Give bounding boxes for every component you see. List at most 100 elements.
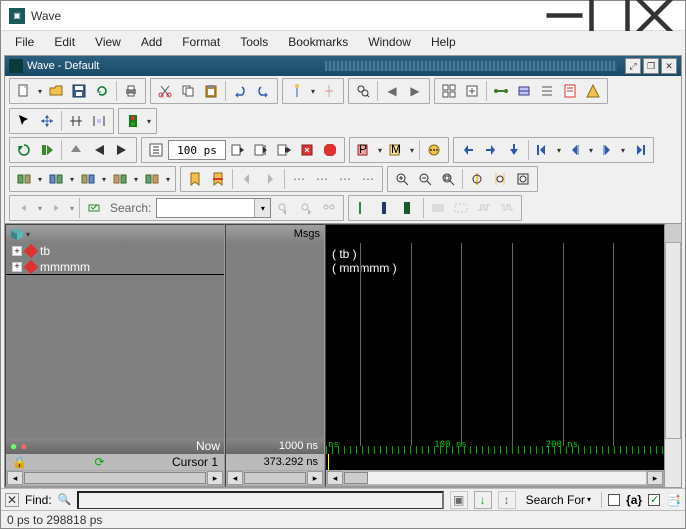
- reload-button[interactable]: [91, 80, 113, 102]
- maximize-button[interactable]: [587, 2, 632, 30]
- menu-window[interactable]: Window: [358, 32, 421, 52]
- list-button[interactable]: [536, 80, 558, 102]
- analog-1-button[interactable]: [352, 197, 374, 219]
- bookmark-delete-button[interactable]: [207, 168, 229, 190]
- first-transition-dropdown[interactable]: ▾: [555, 146, 563, 155]
- menu-view[interactable]: View: [85, 32, 131, 52]
- run-button[interactable]: [36, 139, 58, 161]
- collapse-all-button[interactable]: [438, 80, 460, 102]
- step-up-button[interactable]: [65, 139, 87, 161]
- menu-bookmarks[interactable]: Bookmarks: [278, 32, 358, 52]
- cube-icon[interactable]: [10, 227, 24, 241]
- dataflow-button[interactable]: [490, 80, 512, 102]
- tree-row-tb[interactable]: + tb: [6, 243, 224, 259]
- scroll-right-button[interactable]: ▸: [647, 471, 663, 485]
- new-dropdown[interactable]: ▾: [36, 87, 44, 96]
- menu-edit[interactable]: Edit: [44, 32, 85, 52]
- open-button[interactable]: [45, 80, 67, 102]
- zoom-full-button[interactable]: [437, 168, 459, 190]
- next-transition-button[interactable]: [480, 139, 502, 161]
- select-mode-button[interactable]: [13, 110, 35, 132]
- prev-transition-button[interactable]: [457, 139, 479, 161]
- profile-dropdown[interactable]: ▾: [376, 146, 384, 155]
- menu-help[interactable]: Help: [421, 32, 466, 52]
- profile-on-button[interactable]: P: [353, 139, 375, 161]
- run-length-button[interactable]: [145, 139, 167, 161]
- analog-3-button[interactable]: [398, 197, 420, 219]
- trace-back-button[interactable]: [13, 197, 35, 219]
- layout-2-dd[interactable]: ▾: [68, 175, 76, 184]
- lock-icon[interactable]: 🔒: [12, 455, 27, 469]
- search-next-button[interactable]: [295, 197, 317, 219]
- expand-icon[interactable]: +: [12, 246, 22, 256]
- wave-canvas[interactable]: ( tb ) ( mmmmm ): [326, 243, 664, 446]
- search-for-dropdown[interactable]: Search For ▾: [522, 493, 595, 507]
- find-input[interactable]: [77, 491, 443, 509]
- msgs-body[interactable]: [226, 243, 324, 438]
- menu-tools[interactable]: Tools: [230, 32, 278, 52]
- tree-hscroll[interactable]: ◂ ▸: [6, 470, 224, 486]
- copy-button[interactable]: [177, 80, 199, 102]
- prev-edge-button[interactable]: [564, 139, 586, 161]
- tree-body[interactable]: + tb + mmmmm: [6, 243, 224, 438]
- layout-4-button[interactable]: [109, 168, 131, 190]
- break-sim-button[interactable]: [296, 139, 318, 161]
- print-button[interactable]: [120, 80, 142, 102]
- layout-2-button[interactable]: [45, 168, 67, 190]
- find-clear-button[interactable]: ▣: [450, 491, 468, 509]
- step-forward-button[interactable]: [111, 139, 133, 161]
- toggle-leaf-button[interactable]: [461, 80, 483, 102]
- minimize-button[interactable]: [542, 2, 587, 30]
- restart-button[interactable]: [13, 139, 35, 161]
- break-button[interactable]: [122, 110, 144, 132]
- run-to-button[interactable]: [227, 139, 249, 161]
- memory-button[interactable]: [513, 80, 535, 102]
- bookmark-add-button[interactable]: [184, 168, 206, 190]
- scroll-left-button[interactable]: ◂: [327, 471, 343, 485]
- bookmark-list-4[interactable]: ⋯: [357, 168, 379, 190]
- cursor-marker[interactable]: [328, 454, 329, 470]
- undo-button[interactable]: [229, 80, 251, 102]
- msgs-hscroll[interactable]: ◂ ▸: [226, 470, 324, 486]
- cut-button[interactable]: [154, 80, 176, 102]
- bookmark-list-2[interactable]: ⋯: [311, 168, 333, 190]
- analog-2-button[interactable]: [375, 197, 397, 219]
- scroll-left-button[interactable]: ◂: [227, 471, 243, 485]
- cursor-label-cell[interactable]: 🔒 ⟳ Cursor 1: [6, 454, 224, 470]
- zoom-in-button[interactable]: [391, 168, 413, 190]
- last-transition-button[interactable]: [628, 139, 650, 161]
- prev-falling-button[interactable]: [503, 139, 525, 161]
- clock-4-button[interactable]: [496, 197, 518, 219]
- zoom-other-button[interactable]: [512, 168, 534, 190]
- find-prev-button[interactable]: ◀: [381, 80, 403, 102]
- trace-x-button[interactable]: [83, 197, 105, 219]
- layout-1-dd[interactable]: ▾: [36, 175, 44, 184]
- layout-1-button[interactable]: [13, 168, 35, 190]
- new-button[interactable]: [13, 80, 35, 102]
- run-all-button[interactable]: [273, 139, 295, 161]
- log-button[interactable]: [559, 80, 581, 102]
- expand-icon[interactable]: +: [12, 262, 22, 272]
- bookmark-list-1[interactable]: ⋯: [288, 168, 310, 190]
- stop-profile-button[interactable]: [423, 139, 445, 161]
- paste-button[interactable]: [200, 80, 222, 102]
- trace-fwd-button[interactable]: [45, 197, 67, 219]
- subwindow-restore-button[interactable]: ❐: [643, 58, 659, 74]
- memory-profile-dropdown[interactable]: ▾: [408, 146, 416, 155]
- edit-mode-button[interactable]: [65, 110, 87, 132]
- add-cursor-button[interactable]: [286, 80, 308, 102]
- next-edge-button[interactable]: [596, 139, 618, 161]
- continue-run-button[interactable]: [250, 139, 272, 161]
- bookmark-next-button[interactable]: [259, 168, 281, 190]
- layout-5-dd[interactable]: ▾: [164, 175, 172, 184]
- zoom-cursor-button[interactable]: [466, 168, 488, 190]
- cursor-value-cell[interactable]: 373.292 ns: [226, 454, 324, 470]
- close-button[interactable]: [632, 2, 677, 30]
- wave-hscroll[interactable]: ◂ ▸: [326, 470, 664, 486]
- add-cursor-dropdown[interactable]: ▾: [309, 87, 317, 96]
- search-combo[interactable]: ▾: [156, 198, 271, 218]
- bookmark-list-3[interactable]: ⋯: [334, 168, 356, 190]
- scroll-right-button[interactable]: ▸: [207, 471, 223, 485]
- remove-cursor-button[interactable]: [318, 80, 340, 102]
- trace-back-dd[interactable]: ▾: [36, 204, 44, 213]
